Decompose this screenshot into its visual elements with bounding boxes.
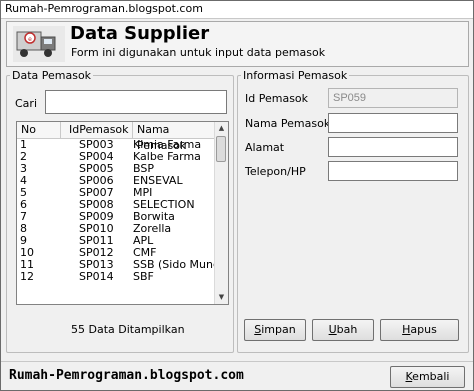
- nama-pemasok-field[interactable]: [328, 113, 458, 133]
- table-row[interactable]: 6 SP008 SELECTION: [17, 199, 215, 211]
- table-row[interactable]: 12 SP014 SBF: [17, 271, 215, 283]
- table-row[interactable]: 3 SP005 BSP: [17, 163, 215, 175]
- data-pemasok-legend: Data Pemasok: [12, 69, 92, 82]
- scroll-thumb[interactable]: [216, 136, 226, 162]
- table-row[interactable]: 9 SP011 APL: [17, 235, 215, 247]
- nama-pemasok-label: Nama Pemasok: [245, 117, 331, 130]
- hapus-label: apus: [410, 323, 437, 336]
- window-title: Rumah-Pemrograman.blogspot.com: [5, 2, 203, 15]
- table-row[interactable]: 7 SP009 Borwita: [17, 211, 215, 223]
- svg-text:e: e: [28, 36, 32, 43]
- ubah-mnemonic: U: [328, 323, 337, 336]
- column-header-no[interactable]: No: [17, 122, 61, 138]
- simpan-button[interactable]: Simpan: [244, 319, 306, 341]
- scroll-down-arrow-icon[interactable]: ▼: [215, 291, 228, 304]
- title-bar: Rumah-Pemrograman.blogspot.com: [1, 1, 473, 19]
- informasi-pemasok-group: Informasi Pemasok: [237, 69, 469, 353]
- scroll-up-arrow-icon[interactable]: ▲: [215, 122, 228, 135]
- cell-no: 12: [20, 270, 34, 283]
- hapus-button[interactable]: Hapus: [380, 319, 459, 341]
- cell-idpemasok: SP014: [79, 270, 114, 283]
- table-body: 1 SP003 Kimia Farma 2 SP004 Kalbe Farma 3 SP005…: [17, 139, 228, 283]
- column-header-idpemasok[interactable]: IdPemasok: [61, 122, 133, 138]
- simpan-label: impan: [261, 323, 296, 336]
- cell-nama-pemasok: SBF: [133, 270, 154, 283]
- supplier-table[interactable]: No IdPemasok Nama Pemasok 1 SP003 Kimia Fa…: [16, 121, 229, 305]
- ubah-button[interactable]: Ubah: [312, 319, 374, 341]
- footer-site-name: Rumah-Pemrograman.blogspot.com: [9, 368, 244, 383]
- table-vertical-scrollbar[interactable]: ▲ ▼: [214, 122, 228, 304]
- record-count: 55 Data Ditampilkan: [71, 323, 185, 336]
- header-banner: e Data Supplier Form ini digunakan untuk…: [6, 21, 469, 67]
- table-row[interactable]: 11 SP013 SSB (Sido Muncul): [17, 259, 228, 271]
- alamat-field[interactable]: [328, 137, 458, 157]
- telepon-label: Telepon/HP: [245, 165, 306, 178]
- ubah-label: bah: [336, 323, 358, 336]
- table-row[interactable]: 8 SP010 Zorella: [17, 223, 215, 235]
- id-pemasok-label: Id Pemasok: [245, 92, 309, 105]
- search-label: Cari: [15, 97, 37, 110]
- footer: Rumah-Pemrograman.blogspot.com Kembali: [1, 361, 473, 391]
- informasi-pemasok-legend: Informasi Pemasok: [243, 69, 348, 82]
- application-window: Rumah-Pemrograman.blogspot.com e Data Su…: [0, 0, 474, 391]
- table-row[interactable]: 4 SP006 ENSEVAL: [17, 175, 215, 187]
- column-header-nama-pemasok[interactable]: Nama Pemasok: [133, 122, 215, 152]
- telepon-field[interactable]: [328, 161, 458, 181]
- id-pemasok-field: [328, 88, 458, 108]
- kembali-button[interactable]: Kembali: [390, 366, 465, 388]
- page-subtitle: Form ini digunakan untuk input data pema…: [71, 46, 326, 59]
- kembali-label: embali: [412, 370, 450, 383]
- page-title: Data Supplier: [70, 23, 210, 44]
- alamat-label: Alamat: [245, 141, 285, 154]
- table-header: No IdPemasok Nama Pemasok: [17, 122, 215, 152]
- truck-icon: e: [13, 26, 65, 62]
- search-input[interactable]: [45, 90, 227, 114]
- table-row[interactable]: 2 SP004 Kalbe Farma: [17, 151, 215, 163]
